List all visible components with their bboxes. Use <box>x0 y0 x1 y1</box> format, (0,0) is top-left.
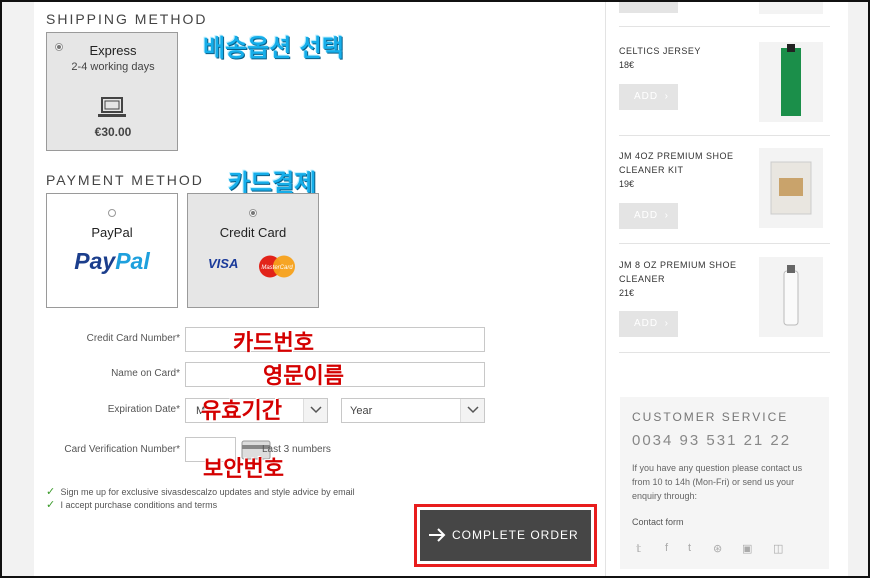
card-number-label: Credit Card Number* <box>86 333 180 344</box>
name-on-card-label: Name on Card* <box>111 368 180 379</box>
card-number-input[interactable] <box>185 327 485 352</box>
product-price: 21€ <box>619 288 635 298</box>
shipping-method-title: SHIPPING METHOD <box>46 11 208 27</box>
expiration-annotation: 유효기간 <box>201 399 282 424</box>
expiration-date-label: Expiration Date* <box>107 404 180 415</box>
cart-separator <box>619 26 830 27</box>
add-button[interactable]: ADD› <box>619 84 678 110</box>
product-image-shoe-cleaner-kit <box>759 148 823 228</box>
right-gutter <box>848 2 868 576</box>
terms-checkbox[interactable]: ✓ I accept purchase conditions and terms <box>46 498 217 511</box>
twitter-icon[interactable]: 𝕥 <box>636 542 641 555</box>
add-button[interactable]: ADD› <box>619 203 678 229</box>
shipping-option-express[interactable]: Express 2-4 working days €30.00 <box>46 32 178 151</box>
checkmark-icon: ✓ <box>46 486 56 498</box>
customer-service-panel: CUSTOMER SERVICE 0034 93 531 21 22 If yo… <box>620 397 829 569</box>
shipping-option-days: 2-4 working days <box>71 61 155 73</box>
customer-service-text: If you have any question please contact … <box>632 463 803 501</box>
cvv-annotation: 보안번호 <box>203 457 284 482</box>
chevron-right-icon: › <box>665 0 669 5</box>
chevron-down-icon <box>460 399 484 422</box>
shipping-option-name: Express <box>89 43 137 58</box>
product-price: 18€ <box>619 60 635 70</box>
visa-logo: VISA <box>208 256 239 271</box>
card-number-annotation: 카드번호 <box>233 331 314 356</box>
cart-separator <box>619 352 830 353</box>
complete-order-label: COMPLETE ORDER <box>452 528 579 542</box>
instagram-icon[interactable]: ◫ <box>773 542 783 555</box>
arrow-right-icon <box>429 528 446 542</box>
paypal-logo: PayPal <box>74 248 150 274</box>
tumblr-icon[interactable]: t <box>688 542 691 554</box>
laptop-icon <box>98 97 126 117</box>
product-name: JM 8 OZ PREMIUM SHOE CLEANER <box>619 260 737 284</box>
cvv-label: Card Verification Number* <box>64 444 180 455</box>
payment-option-paypal[interactable]: PayPal PayPal <box>46 193 178 308</box>
chevron-right-icon: › <box>664 210 669 221</box>
customer-service-phone: 0034 93 531 21 22 <box>632 432 792 449</box>
svg-text:MasterCard: MasterCard <box>261 265 293 271</box>
expiration-year-select[interactable]: Year <box>341 398 485 423</box>
product-image <box>759 0 823 14</box>
contact-form-link[interactable]: Contact form <box>632 517 684 527</box>
cart-separator <box>619 243 830 244</box>
newsletter-checkbox[interactable]: ✓ Sign me up for exclusive sivasdescalzo… <box>46 485 355 498</box>
credit-card-label: Credit Card <box>219 225 287 240</box>
chevron-right-icon: › <box>664 91 669 102</box>
chevron-right-icon: › <box>664 318 669 329</box>
payment-option-credit-card[interactable]: Credit Card VISA MasterCard <box>187 193 319 308</box>
paypal-label: PayPal <box>91 225 133 240</box>
facebook-icon[interactable]: f <box>665 542 668 554</box>
product-name: CELTICS JERSEY <box>619 46 701 56</box>
credit-card-radio[interactable] <box>249 209 257 217</box>
product-price: 19€ <box>619 179 635 189</box>
left-gutter <box>2 2 34 576</box>
cart-separator <box>619 135 830 136</box>
product-image-shoe-cleaner <box>759 257 823 337</box>
add-button[interactable]: ADD› <box>619 311 678 337</box>
googleplus-icon[interactable]: ▣ <box>742 542 752 555</box>
name-annotation: 영문이름 <box>263 364 344 389</box>
customer-service-title: CUSTOMER SERVICE <box>632 410 789 424</box>
payment-method-title: PAYMENT METHOD <box>46 172 204 188</box>
shipping-annotation: 배송옵션 선택 <box>203 34 344 62</box>
product-name: JM 4OZ PREMIUM SHOE CLEANER KIT <box>619 151 734 175</box>
complete-order-button[interactable]: COMPLETE ORDER <box>414 504 597 567</box>
product-image-celtics-jersey <box>759 42 823 122</box>
pinterest-icon[interactable]: ⊛ <box>713 542 722 555</box>
shipping-option-price: €30.00 <box>94 125 132 139</box>
column-divider <box>605 2 606 576</box>
checkmark-icon: ✓ <box>46 499 56 511</box>
mastercard-logo: MasterCard <box>259 255 295 278</box>
add-button[interactable]: ADD› <box>619 0 678 13</box>
chevron-down-icon <box>303 399 327 422</box>
paypal-radio[interactable] <box>108 209 116 217</box>
